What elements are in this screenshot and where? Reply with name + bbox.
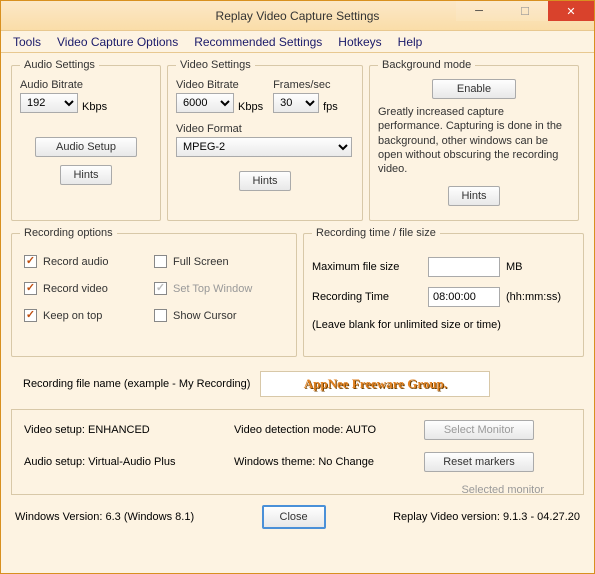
content: Audio Settings Audio Bitrate 192 Kbps Au…	[1, 53, 594, 573]
video-bitrate-unit: Kbps	[238, 101, 263, 113]
windows-version: Windows Version: 6.3 (Windows 8.1)	[15, 511, 194, 523]
audio-bitrate-select[interactable]: 192	[20, 93, 78, 113]
max-file-size-input[interactable]	[428, 257, 500, 277]
background-mode-group: Background mode Enable Greatly increased…	[369, 59, 579, 221]
full-screen-label: Full Screen	[173, 256, 229, 268]
fps-unit: fps	[323, 101, 338, 113]
close-button[interactable]: Close	[262, 505, 326, 529]
menu-hotkeys[interactable]: Hotkeys	[332, 33, 387, 51]
full-screen-checkbox[interactable]: Full Screen	[154, 255, 284, 268]
set-top-window-checkbox: Set Top Window	[154, 282, 284, 295]
checkbox-icon	[154, 282, 167, 295]
fps-label: Frames/sec	[273, 79, 338, 91]
audio-setup-status: Audio setup: Virtual-Audio Plus	[24, 456, 234, 468]
record-video-checkbox[interactable]: Record video	[24, 282, 154, 295]
record-video-label: Record video	[43, 283, 108, 295]
show-cursor-checkbox[interactable]: Show Cursor	[154, 309, 284, 322]
titlebar: Replay Video Capture Settings ─ ☐ ✕	[1, 1, 594, 31]
video-hints-button[interactable]: Hints	[239, 171, 290, 191]
status-box: Video setup: ENHANCED Video detection mo…	[11, 409, 584, 495]
keep-on-top-checkbox[interactable]: Keep on top	[24, 309, 154, 322]
set-top-window-label: Set Top Window	[173, 283, 252, 295]
window-buttons: ─ ☐ ✕	[456, 1, 594, 23]
video-settings-group: Video Settings Video Bitrate 6000 Kbps F…	[167, 59, 363, 221]
minimize-button[interactable]: ─	[456, 1, 502, 21]
video-detection-status: Video detection mode: AUTO	[234, 424, 424, 436]
enable-background-button[interactable]: Enable	[432, 79, 516, 99]
video-setup-status: Video setup: ENHANCED	[24, 424, 234, 436]
recording-time-group: Recording time / file size Maximum file …	[303, 227, 584, 357]
menu-tools[interactable]: Tools	[7, 33, 47, 51]
audio-hints-button[interactable]: Hints	[60, 165, 111, 185]
background-mode-legend: Background mode	[378, 59, 475, 71]
video-format-select[interactable]: MPEG-2	[176, 137, 352, 157]
menu-help[interactable]: Help	[392, 33, 429, 51]
background-hints-button[interactable]: Hints	[448, 186, 499, 206]
recording-time-label: Recording Time	[312, 291, 422, 303]
checkbox-icon	[24, 255, 37, 268]
recording-options-group: Recording options Record audio Full Scre…	[11, 227, 297, 357]
close-window-button[interactable]: ✕	[548, 1, 594, 21]
video-format-label: Video Format	[176, 123, 354, 135]
video-bitrate-label: Video Bitrate	[176, 79, 263, 91]
fps-select[interactable]: 30	[273, 93, 319, 113]
filename-label: Recording file name (example - My Record…	[23, 378, 250, 390]
audio-bitrate-unit: Kbps	[82, 101, 107, 113]
audio-settings-group: Audio Settings Audio Bitrate 192 Kbps Au…	[11, 59, 161, 221]
keep-on-top-label: Keep on top	[43, 310, 102, 322]
menu-recommended-settings[interactable]: Recommended Settings	[188, 33, 328, 51]
recording-options-legend: Recording options	[20, 227, 117, 239]
checkbox-icon	[24, 309, 37, 322]
menu-video-capture-options[interactable]: Video Capture Options	[51, 33, 184, 51]
audio-settings-legend: Audio Settings	[20, 59, 99, 71]
recording-time-note: (Leave blank for unlimited size or time)	[312, 319, 575, 331]
checkbox-icon	[154, 255, 167, 268]
video-settings-legend: Video Settings	[176, 59, 255, 71]
app-version: Replay Video version: 9.1.3 - 04.27.20	[393, 511, 580, 523]
filename-input[interactable]: AppNee Freeware Group.	[260, 371, 490, 397]
recording-time-legend: Recording time / file size	[312, 227, 440, 239]
selected-monitor-label: Selected monitor	[424, 484, 544, 496]
record-audio-checkbox[interactable]: Record audio	[24, 255, 154, 268]
max-file-size-label: Maximum file size	[312, 261, 422, 273]
maximize-button[interactable]: ☐	[502, 1, 548, 21]
show-cursor-label: Show Cursor	[173, 310, 237, 322]
checkbox-icon	[154, 309, 167, 322]
audio-setup-button[interactable]: Audio Setup	[35, 137, 137, 157]
video-bitrate-select[interactable]: 6000	[176, 93, 234, 113]
audio-bitrate-label: Audio Bitrate	[20, 79, 152, 91]
select-monitor-button: Select Monitor	[424, 420, 534, 440]
watermark-text: AppNee Freeware Group.	[304, 376, 447, 392]
windows-theme-status: Windows theme: No Change	[234, 456, 424, 468]
menubar: Tools Video Capture Options Recommended …	[1, 31, 594, 53]
reset-markers-button[interactable]: Reset markers	[424, 452, 534, 472]
recording-time-unit: (hh:mm:ss)	[506, 291, 561, 303]
record-audio-label: Record audio	[43, 256, 108, 268]
background-description: Greatly increased capture performance. C…	[378, 105, 570, 176]
recording-time-input[interactable]	[428, 287, 500, 307]
checkbox-icon	[24, 282, 37, 295]
max-file-size-unit: MB	[506, 261, 523, 273]
